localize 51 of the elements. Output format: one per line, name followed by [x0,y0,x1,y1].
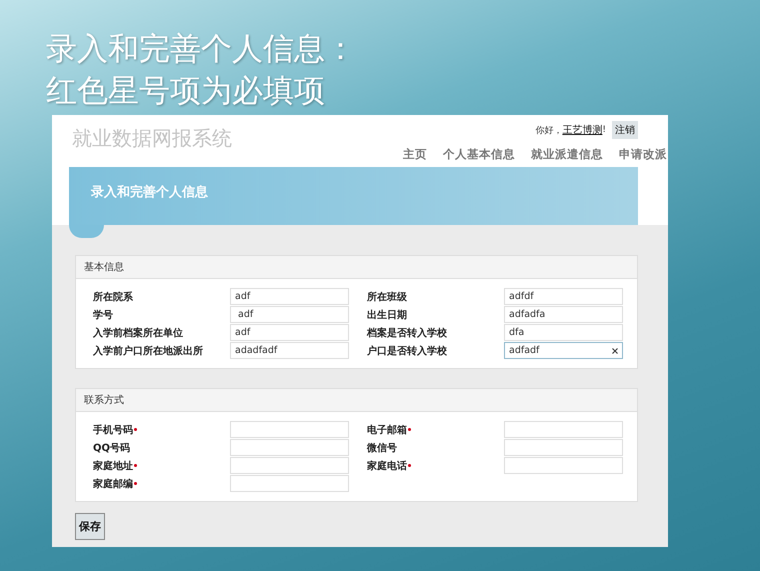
logout-button[interactable]: 注销 [612,121,638,139]
input-field[interactable]: adfadfa [504,306,623,323]
greeting: 你好， [535,124,562,136]
field-label: 户口是否转入学校 [367,344,448,358]
input-field[interactable]: adf [230,324,349,341]
input-field[interactable] [230,439,349,456]
required-mark-icon [134,464,137,468]
greeting-suffix: ! [602,125,606,135]
user-link[interactable]: 王艺博测 [562,123,602,137]
section-header: 基本信息 [76,256,637,279]
input-field[interactable] [504,421,623,438]
clear-icon[interactable] [612,348,618,354]
field-label: 入学前户口所在地派出所 [93,344,204,358]
nav-link[interactable]: 就业派遣信息 [531,147,603,162]
input-field[interactable] [230,421,349,438]
input-field[interactable]: adfdf [504,288,623,305]
banner-title: 录入和完善个人信息 [91,185,208,200]
field-label: 出生日期 [367,308,408,322]
field-label: 学号 [93,308,114,322]
site-logo: 就业数据网报系统 [72,125,232,152]
field-label: QQ号码 [93,442,132,454]
input-field[interactable]: dfa [504,324,623,341]
required-mark-icon [134,482,137,486]
input-field[interactable]: adf [230,288,349,305]
field-label: 家庭电话 [367,458,504,472]
section-header: 联系方式 [76,389,637,412]
field-label: 档案是否转入学校 [367,326,448,340]
input-field[interactable] [230,457,349,474]
field-label: 所在班级 [367,290,408,304]
field-label: 所在院系 [93,290,134,304]
input-field[interactable] [504,457,623,474]
input-field[interactable]: adfadf [504,342,623,359]
input-field[interactable] [230,475,349,492]
nav-link[interactable]: 主页 [403,147,427,162]
field-label: 电子邮箱 [367,422,504,436]
nav-link[interactable]: 申请改派 [619,147,667,162]
field-label: 入学前档案所在单位 [93,326,184,340]
slide-title: 录入和完善个人信息： [46,30,357,69]
nav-link[interactable]: 个人基本信息 [443,147,515,162]
save-button[interactable]: 保存 [75,513,105,540]
required-mark-icon [134,428,137,432]
field-label: 手机号码 [93,422,230,436]
field-label: 家庭地址 [93,458,230,472]
required-mark-icon [408,464,411,468]
field-label: 微信号 [367,442,398,454]
slide-title: 红色星号项为必填项 [46,72,326,111]
required-mark-icon [408,428,411,432]
field-label: 家庭邮编 [93,476,230,490]
input-field[interactable] [504,439,623,456]
input-field[interactable]: adadfadf [230,342,349,359]
input-field[interactable]: adf [230,306,349,323]
